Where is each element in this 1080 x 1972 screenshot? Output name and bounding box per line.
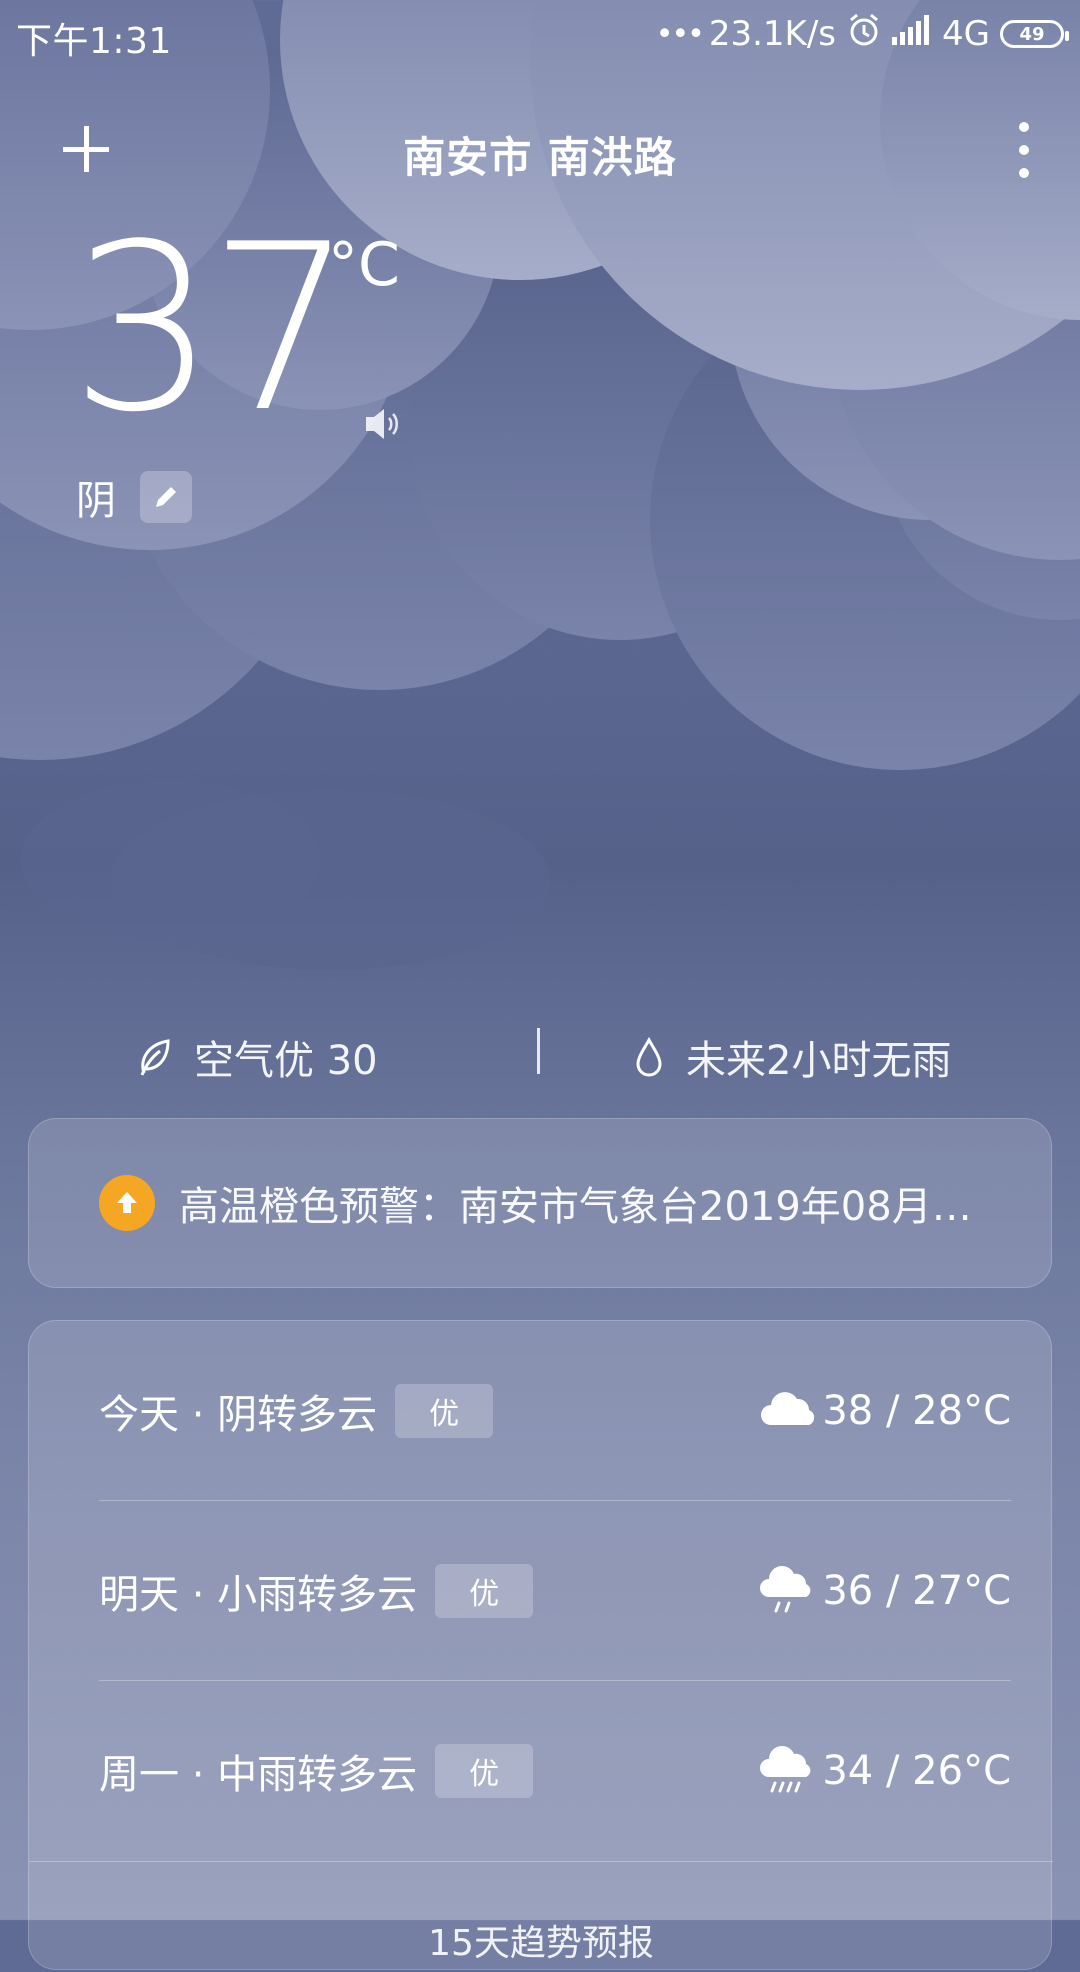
- info-row: 空气优 30 未来2小时无雨: [0, 1020, 1080, 1086]
- forecast-15day-link[interactable]: 15天趋势预报: [29, 1861, 1053, 1972]
- alert-up-arrow-icon: [99, 1175, 155, 1231]
- network-type: 4G: [942, 14, 990, 54]
- status-icons: ••• 23.1K/s 4G 49: [655, 12, 1069, 57]
- aqi-badge: 优: [395, 1384, 494, 1438]
- divider: [537, 1028, 540, 1074]
- forecast-day: 明天 · 小雨转多云: [99, 1572, 418, 1618]
- battery-level: 49: [1019, 23, 1045, 45]
- forecast-card: 今天 · 阴转多云 优 38 / 28°C 明天 · 小雨转多云 优 36 / …: [28, 1320, 1053, 1972]
- edit-button[interactable]: [140, 471, 192, 523]
- forecast-15day-text: 15天趋势预报: [428, 1923, 654, 1964]
- alert-text: 高温橙色预警：南安市气象台2019年08月…: [179, 1184, 972, 1230]
- temperature-unit: °C: [328, 230, 400, 300]
- light-rain-icon: [760, 1566, 811, 1613]
- weather-alert-card[interactable]: 高温橙色预警：南安市气象台2019年08月…: [28, 1118, 1052, 1288]
- leaf-icon: [140, 1039, 170, 1076]
- condition-row: 阴: [76, 468, 192, 526]
- rain-forecast[interactable]: 未来2小时无雨: [634, 1028, 951, 1086]
- forecast-temp: 36 / 27°C: [822, 1568, 1011, 1614]
- raindrop-icon: [636, 1037, 662, 1077]
- rain-text: 未来2小时无雨: [686, 1038, 952, 1084]
- temperature-value: 37: [70, 196, 355, 463]
- signal-icon: [892, 14, 932, 54]
- location-title[interactable]: 南安市 南洪路: [0, 124, 1080, 185]
- battery-icon: 49: [1000, 20, 1069, 48]
- forecast-row[interactable]: 周一 · 中雨转多云 优 34 / 26°C: [99, 1681, 1011, 1861]
- air-quality[interactable]: 空气优 30: [136, 1028, 378, 1086]
- header: 南安市 南洪路: [0, 100, 1080, 200]
- alarm-icon: [846, 12, 882, 57]
- forecast-temp: 34 / 26°C: [822, 1748, 1011, 1794]
- air-quality-text: 空气优 30: [194, 1038, 378, 1084]
- moderate-rain-icon: [760, 1746, 811, 1793]
- forecast-day: 今天 · 阴转多云: [99, 1392, 378, 1438]
- speaker-icon[interactable]: [362, 402, 406, 446]
- forecast-temp: 38 / 28°C: [822, 1388, 1011, 1434]
- forecast-day: 周一 · 中雨转多云: [99, 1752, 418, 1798]
- status-bar: 下午1:31 ••• 23.1K/s 4G 49: [0, 0, 1080, 70]
- status-time: 下午1:31: [16, 21, 172, 62]
- aqi-badge: 优: [435, 1564, 534, 1618]
- pencil-icon: [156, 487, 176, 507]
- condition-text: 阴: [76, 478, 116, 524]
- net-speed: 23.1K/s: [708, 14, 837, 54]
- forecast-row[interactable]: 明天 · 小雨转多云 优 36 / 27°C: [99, 1501, 1011, 1681]
- cloudy-icon: [761, 1392, 815, 1425]
- more-notifications-icon: •••: [655, 16, 705, 52]
- current-temperature: 37 °C: [70, 196, 400, 463]
- aqi-badge: 优: [435, 1744, 534, 1798]
- more-menu-button[interactable]: [1004, 122, 1044, 178]
- forecast-row[interactable]: 今天 · 阴转多云 优 38 / 28°C: [99, 1321, 1011, 1501]
